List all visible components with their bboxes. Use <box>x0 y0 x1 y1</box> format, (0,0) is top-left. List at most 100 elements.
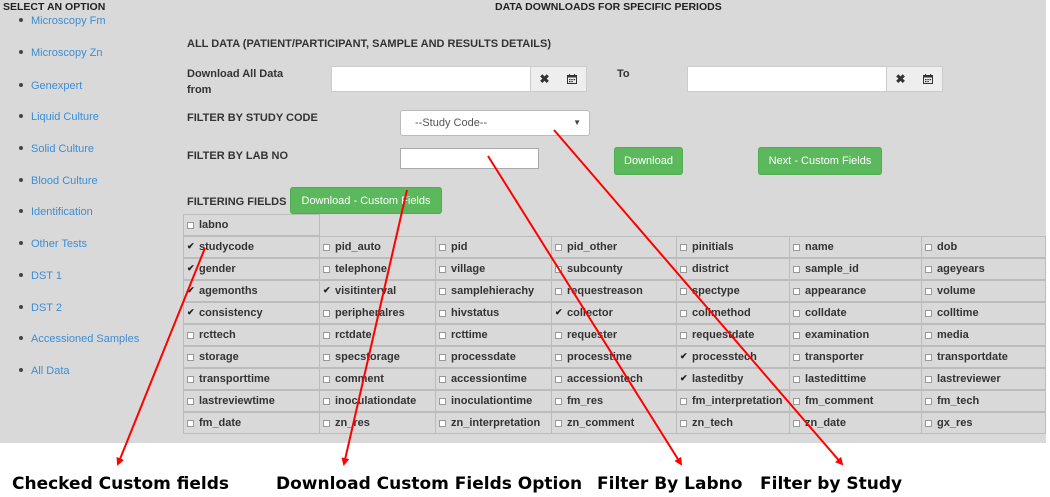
field-checkbox-appearance[interactable]: appearance <box>789 280 922 302</box>
checkbox-icon[interactable] <box>680 397 687 405</box>
field-checkbox-studycode[interactable]: studycode <box>183 236 320 258</box>
field-checkbox-zn-tech[interactable]: zn_tech <box>676 412 790 434</box>
checkbox-icon[interactable] <box>793 243 800 251</box>
field-checkbox-zn-date[interactable]: zn_date <box>789 412 922 434</box>
field-checkbox-peripheralres[interactable]: peripheralres <box>319 302 436 324</box>
download-custom-fields-button[interactable]: Download - Custom Fields <box>290 187 442 214</box>
field-checkbox-pid-auto[interactable]: pid_auto <box>319 236 436 258</box>
field-checkbox-lastedittime[interactable]: lastedittime <box>789 368 922 390</box>
checkbox-icon[interactable] <box>555 419 562 427</box>
field-checkbox-requestdate[interactable]: requestdate <box>676 324 790 346</box>
checkbox-icon[interactable] <box>680 287 687 295</box>
checkbox-icon[interactable] <box>925 331 932 339</box>
field-checkbox-sample-id[interactable]: sample_id <box>789 258 922 280</box>
field-checkbox-dob[interactable]: dob <box>921 236 1046 258</box>
field-checkbox-consistency[interactable]: consistency <box>183 302 320 324</box>
to-date-input[interactable] <box>687 66 886 92</box>
checkbox-icon[interactable] <box>555 287 562 295</box>
checkbox-icon[interactable] <box>555 243 562 251</box>
sidebar-item-dst-2[interactable]: DST 2 <box>19 302 62 314</box>
checkbox-checked-icon[interactable] <box>555 309 563 317</box>
lab-no-input[interactable] <box>400 148 539 169</box>
field-checkbox-collmethod[interactable]: collmethod <box>676 302 790 324</box>
next-custom-fields-button[interactable]: Next - Custom Fields <box>758 147 882 175</box>
checkbox-icon[interactable] <box>323 375 330 383</box>
checkbox-icon[interactable] <box>323 397 330 405</box>
field-checkbox-visitinterval[interactable]: visitinterval <box>319 280 436 302</box>
checkbox-icon[interactable] <box>793 397 800 405</box>
checkbox-icon[interactable] <box>439 397 446 405</box>
field-checkbox-village[interactable]: village <box>435 258 552 280</box>
field-checkbox-storage[interactable]: storage <box>183 346 320 368</box>
checkbox-icon[interactable] <box>793 419 800 427</box>
field-checkbox-processtime[interactable]: processtime <box>551 346 677 368</box>
from-calendar-button[interactable] <box>558 66 587 92</box>
checkbox-icon[interactable] <box>439 353 446 361</box>
checkbox-icon[interactable] <box>680 265 687 273</box>
sidebar-item-identification[interactable]: Identification <box>19 206 93 218</box>
checkbox-icon[interactable] <box>439 287 446 295</box>
checkbox-icon[interactable] <box>439 419 446 427</box>
field-checkbox-lastreviewer[interactable]: lastreviewer <box>921 368 1046 390</box>
field-checkbox-colldate[interactable]: colldate <box>789 302 922 324</box>
field-checkbox-fm-res[interactable]: fm_res <box>551 390 677 412</box>
checkbox-icon[interactable] <box>323 331 330 339</box>
sidebar-item-other-tests[interactable]: Other Tests <box>19 238 87 250</box>
field-checkbox-gender[interactable]: gender <box>183 258 320 280</box>
checkbox-checked-icon[interactable] <box>187 243 195 251</box>
field-checkbox-lastreviewtime[interactable]: lastreviewtime <box>183 390 320 412</box>
field-checkbox-transporter[interactable]: transporter <box>789 346 922 368</box>
sidebar-item-microscopy-zn[interactable]: Microscopy Zn <box>19 47 103 59</box>
checkbox-icon[interactable] <box>187 331 194 339</box>
checkbox-icon[interactable] <box>793 265 800 273</box>
field-checkbox-zn-interpretation[interactable]: zn_interpretation <box>435 412 552 434</box>
sidebar-item-genexpert[interactable]: Genexpert <box>19 80 82 92</box>
to-calendar-button[interactable] <box>914 66 943 92</box>
field-checkbox-specstorage[interactable]: specstorage <box>319 346 436 368</box>
field-checkbox-requester[interactable]: requester <box>551 324 677 346</box>
checkbox-icon[interactable] <box>323 353 330 361</box>
checkbox-icon[interactable] <box>323 243 330 251</box>
field-checkbox-zn-comment[interactable]: zn_comment <box>551 412 677 434</box>
from-date-input[interactable] <box>331 66 530 92</box>
field-checkbox-pid[interactable]: pid <box>435 236 552 258</box>
field-checkbox-agemonths[interactable]: agemonths <box>183 280 320 302</box>
sidebar-item-liquid-culture[interactable]: Liquid Culture <box>19 111 99 123</box>
field-checkbox-comment[interactable]: comment <box>319 368 436 390</box>
field-checkbox-district[interactable]: district <box>676 258 790 280</box>
field-checkbox-hivstatus[interactable]: hivstatus <box>435 302 552 324</box>
field-checkbox-transportdate[interactable]: transportdate <box>921 346 1046 368</box>
checkbox-icon[interactable] <box>793 331 800 339</box>
field-checkbox-rctdate[interactable]: rctdate <box>319 324 436 346</box>
field-checkbox-volume[interactable]: volume <box>921 280 1046 302</box>
checkbox-icon[interactable] <box>793 309 800 317</box>
sidebar-item-dst-1[interactable]: DST 1 <box>19 270 62 282</box>
sidebar-item-blood-culture[interactable]: Blood Culture <box>19 175 98 187</box>
field-checkbox-requestreason[interactable]: requestreason <box>551 280 677 302</box>
checkbox-icon[interactable] <box>925 375 932 383</box>
field-checkbox-accessiontime[interactable]: accessiontime <box>435 368 552 390</box>
field-checkbox-telephone[interactable]: telephone <box>319 258 436 280</box>
field-checkbox-gx-res[interactable]: gx_res <box>921 412 1046 434</box>
field-checkbox-samplehierachy[interactable]: samplehierachy <box>435 280 552 302</box>
checkbox-icon[interactable] <box>439 331 446 339</box>
checkbox-icon[interactable] <box>680 331 687 339</box>
checkbox-icon[interactable] <box>187 221 194 229</box>
checkbox-icon[interactable] <box>925 309 932 317</box>
field-checkbox-spectype[interactable]: spectype <box>676 280 790 302</box>
checkbox-icon[interactable] <box>439 243 446 251</box>
field-checkbox-rcttime[interactable]: rcttime <box>435 324 552 346</box>
checkbox-icon[interactable] <box>555 331 562 339</box>
field-checkbox-labno[interactable]: labno <box>183 214 320 236</box>
checkbox-icon[interactable] <box>925 397 932 405</box>
field-checkbox-pinitials[interactable]: pinitials <box>676 236 790 258</box>
checkbox-checked-icon[interactable] <box>187 309 195 317</box>
field-checkbox-processdate[interactable]: processdate <box>435 346 552 368</box>
checkbox-checked-icon[interactable] <box>187 287 195 295</box>
field-checkbox-fm-interpretation[interactable]: fm_interpretation <box>676 390 790 412</box>
field-checkbox-transporttime[interactable]: transporttime <box>183 368 320 390</box>
checkbox-icon[interactable] <box>187 353 194 361</box>
checkbox-icon[interactable] <box>439 309 446 317</box>
checkbox-checked-icon[interactable] <box>187 265 195 273</box>
field-checkbox-pid-other[interactable]: pid_other <box>551 236 677 258</box>
